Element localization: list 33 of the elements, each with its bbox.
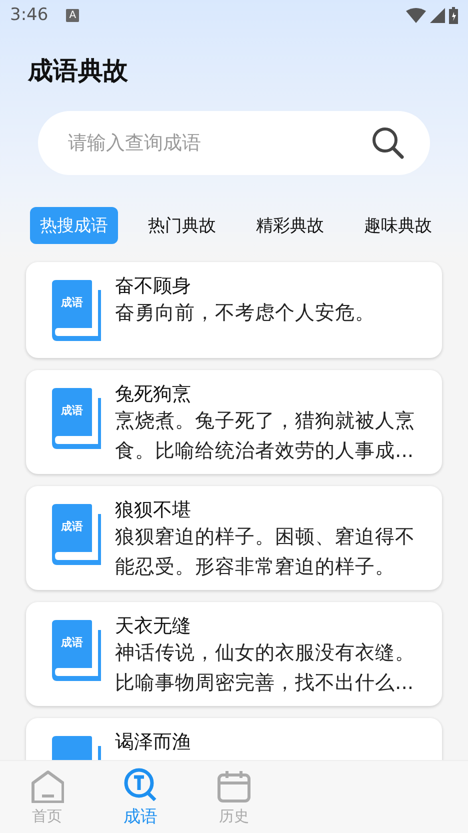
calendar-icon [216,768,251,802]
idiom-card[interactable]: 成语 天衣无缝 神话传说，仙女的衣服没有衣缝。比喻事物周密完善，找不出什么... [26,602,442,706]
search-icon [123,766,158,800]
signal-icon [430,8,445,22]
idiom-description: 烹烧煮。兔子死了，猎狗就被人烹食。比喻给统治者效劳的人事成... [115,408,416,464]
idiom-title: 天衣无缝 [115,614,192,638]
battery-icon [449,6,458,24]
idiom-title: 兔死狗烹 [115,382,192,406]
category-tab[interactable]: 趣味典故 [354,207,442,244]
idiom-description: 狼狈窘迫的样子。困顿、窘迫得不能忍受。形容非常窘迫的样子。 [115,524,416,580]
idiom-title: 谒泽而渔 [115,730,192,754]
idiom-title: 狼狈不堪 [115,498,192,522]
idiom-card[interactable]: 成语 兔死狗烹 烹烧煮。兔子死了，猎狗就被人烹食。比喻给统治者效劳的人事成... [26,370,442,474]
book-icon: 成语 [52,388,101,449]
idiom-title: 奋不顾身 [115,274,192,298]
status-time: 3:46 [10,5,48,25]
search-bar[interactable]: 请输入查询成语 [38,111,430,175]
home-icon [30,768,64,802]
idiom-description: 神话传说，仙女的衣服没有衣缝。比喻事物周密完善，找不出什么... [115,640,416,696]
book-icon: 成语 [52,280,101,341]
idiom-card[interactable]: 成语 奋不顾身 奋勇向前，不考虑个人安危。 [26,262,442,358]
book-icon: 成语 [52,504,101,565]
book-icon: 成语 [52,620,101,681]
wifi-icon [406,8,426,22]
search-field[interactable]: 请输入查询成语 [66,131,372,155]
idiom-card[interactable]: 成语 狼狈不堪 狼狈窘迫的样子。困顿、窘迫得不能忍受。形容非常窘迫的样子。 [26,486,442,590]
category-tab[interactable]: 精彩典故 [246,207,334,244]
notification-icon: A [66,8,80,22]
category-tab[interactable]: 热门典故 [138,207,226,244]
idiom-description: 奋勇向前，不考虑个人安危。 [115,300,376,326]
search-icon[interactable] [372,127,404,159]
idiom-card[interactable]: 谒泽而渔 [26,718,442,760]
page-title: 成语典故 [28,55,129,87]
